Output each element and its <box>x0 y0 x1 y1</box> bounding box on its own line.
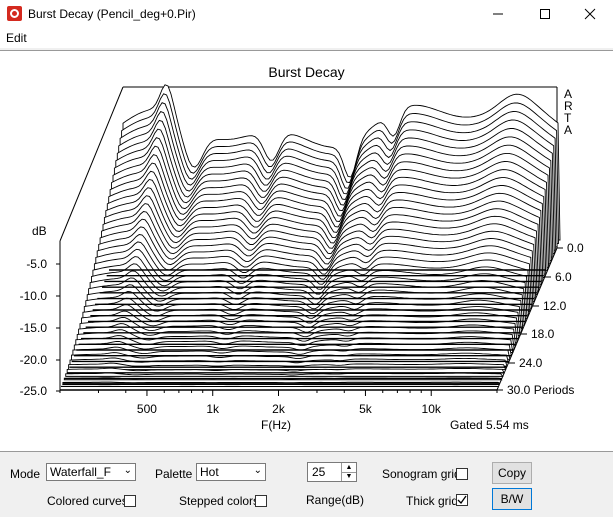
waterfall-slice <box>62 381 501 384</box>
gated-label: Gated 5.54 ms <box>450 418 529 432</box>
copy-button[interactable]: Copy <box>492 462 532 484</box>
z-tick-label: 18.0 <box>531 327 555 341</box>
menu-edit[interactable]: Edit <box>6 31 27 45</box>
stepped-colors-label: Stepped colors <box>179 494 260 508</box>
y-tick-label: -5.0 <box>26 257 47 271</box>
z-tick-label: 12.0 <box>543 299 567 313</box>
close-button[interactable] <box>567 0 613 28</box>
thick-grid-checkbox[interactable] <box>456 494 468 506</box>
mode-label: Mode <box>10 467 41 481</box>
app-icon <box>7 6 22 21</box>
sonogram-grid-label: Sonogram grid <box>382 467 461 481</box>
thick-grid-label: Thick grid <box>406 494 459 508</box>
range-label: Range(dB) <box>306 493 365 507</box>
sonogram-grid-checkbox[interactable] <box>456 468 468 480</box>
x-axis-label: F(Hz) <box>261 418 291 432</box>
maximize-button[interactable] <box>522 0 568 28</box>
mode-value: Waterfall_F <box>50 465 111 479</box>
minimize-button[interactable] <box>475 0 521 28</box>
waterfall-plot: 500 1k 2k 5k 10k -5.0 -10.0 -15.0 -20.0 -25.0 dB F(… <box>20 84 584 432</box>
stepped-colors-checkbox[interactable] <box>255 495 267 507</box>
minimize-icon <box>493 13 503 15</box>
range-value: 25 <box>312 465 326 479</box>
x-tick-label: 2k <box>272 402 286 416</box>
z-tick-label: 30.0 Periods <box>507 383 574 397</box>
y-tick-label: -15.0 <box>20 321 48 335</box>
palette-label: Palette <box>155 467 193 481</box>
palette-select[interactable]: Hot ⌄ <box>196 463 266 481</box>
menu-bar: Edit <box>0 28 613 48</box>
x-tick-label: 10k <box>422 402 442 416</box>
x-tick-label: 500 <box>137 402 157 416</box>
z-tick-label: 24.0 <box>519 356 543 370</box>
chevron-down-icon: ⌄ <box>253 465 262 476</box>
colored-curves-checkbox[interactable] <box>124 495 136 507</box>
chevron-down-icon: ⌄ <box>123 465 132 476</box>
x-tick-label: 1k <box>206 402 220 416</box>
z-tick-label: 6.0 <box>555 270 572 284</box>
y-axis-label: dB <box>32 224 47 238</box>
checkmark-icon <box>457 495 467 505</box>
range-spinner[interactable]: 25 ▲ ▼ <box>307 462 357 482</box>
close-icon <box>584 8 596 20</box>
maximize-icon <box>540 9 550 19</box>
x-tick-label: 5k <box>359 402 373 416</box>
y-tick-label: -10.0 <box>20 289 48 303</box>
colored-curves-label: Colored curves <box>47 494 128 508</box>
plot-area: Burst Decay 500 1k 2k 5k 10k -5.0 -10.0 -15.0 -2… <box>0 50 613 452</box>
arta-letter: A <box>564 123 572 137</box>
bw-button[interactable]: B/W <box>492 488 532 510</box>
y-tick-label: -20.0 <box>20 353 48 367</box>
z-tick-label: 0.0 <box>567 241 584 255</box>
spin-down-icon[interactable]: ▼ <box>341 472 356 481</box>
y-tick-label: -25.0 <box>20 384 48 398</box>
mode-select[interactable]: Waterfall_F ⌄ <box>46 463 136 481</box>
title-bar: Burst Decay (Pencil_deg+0.Pir) <box>0 0 613 28</box>
palette-value: Hot <box>200 465 219 479</box>
window-title: Burst Decay (Pencil_deg+0.Pir) <box>28 7 196 21</box>
